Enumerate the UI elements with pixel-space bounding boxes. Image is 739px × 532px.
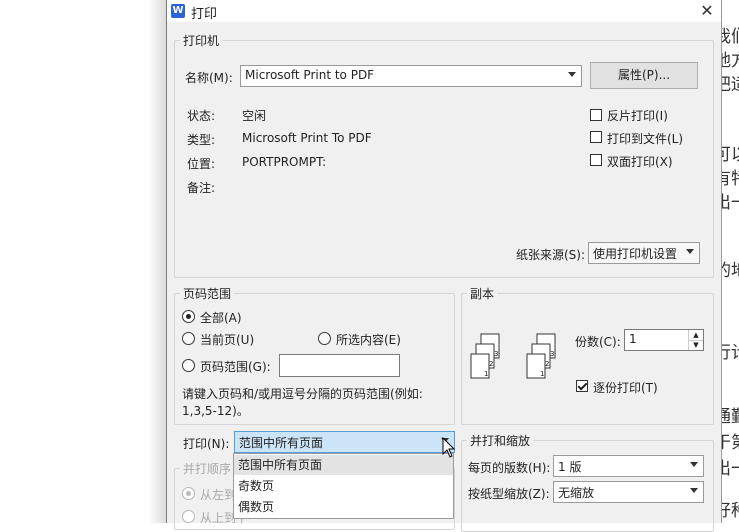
scale-select[interactable]: 无缩放 <box>553 481 704 503</box>
decrement-icon[interactable]: ▼ <box>688 340 703 350</box>
wps-writer-icon: W <box>171 4 185 18</box>
print-what-value: 范围中所有页面 <box>239 436 324 450</box>
dialog-title: 打印 <box>191 7 218 22</box>
copies-count-stepper[interactable]: 1 ▲ ▼ <box>624 329 704 351</box>
svg-text:2: 2 <box>545 360 549 368</box>
selection-label[interactable]: 所选内容(E) <box>336 331 401 348</box>
chevron-down-icon <box>690 488 698 493</box>
copies-group-label: 副本 <box>467 285 498 302</box>
collate-illustration-icon: 3 2 1 <box>526 333 556 379</box>
print-what-label: 打印(N): <box>183 437 230 451</box>
close-button[interactable]: ✕ <box>693 0 721 22</box>
svg-text:1: 1 <box>540 370 544 378</box>
chevron-down-icon <box>686 249 694 254</box>
title-bar[interactable]: W 打印 ✕ <box>167 0 721 22</box>
copies-count-label: 份数(C): <box>575 335 621 349</box>
svg-text:3: 3 <box>494 350 498 358</box>
svg-text:3: 3 <box>550 350 554 358</box>
dropdown-option-all-pages[interactable]: 范围中所有页面 <box>234 455 453 475</box>
printer-name-label: 名称(M): <box>185 71 233 85</box>
collate-label[interactable]: 逐份打印(T) <box>593 379 658 396</box>
paper-source-label: 纸张来源(S): <box>516 248 586 262</box>
chevron-down-icon <box>690 462 698 467</box>
svg-text:2: 2 <box>489 360 493 368</box>
left-to-right-radio[interactable] <box>182 487 195 500</box>
dialog-shadow <box>148 0 166 523</box>
print-to-file-checkbox[interactable] <box>590 131 602 143</box>
printer-name-select[interactable]: Microsoft Print to PDF <box>240 65 582 87</box>
svg-text:1: 1 <box>484 370 488 378</box>
page-range-hint-example: 1,3,5-12)。 <box>182 404 249 418</box>
pages-per-sheet-select[interactable]: 1 版 <box>553 455 704 477</box>
paper-source-value: 使用打印机设置 <box>593 247 678 261</box>
copies-count-value: 1 <box>629 332 637 346</box>
all-pages-radio[interactable] <box>182 310 195 323</box>
printer-group-label: 打印机 <box>180 32 223 49</box>
page-range-hint: 请键入页码和/或用逗号分隔的页码范围(例如: <box>182 387 423 401</box>
reverse-print-label[interactable]: 反片打印(I) <box>607 107 668 124</box>
collate-illustration-icon: 3 2 1 <box>470 333 500 379</box>
comment-label: 备注: <box>187 181 216 195</box>
print-what-dropdown-list: 范围中所有页面 奇数页 偶数页 <box>233 453 454 519</box>
location-value: PORTPROMPT: <box>242 155 327 169</box>
top-to-bottom-radio[interactable] <box>182 510 195 523</box>
properties-button[interactable]: 属性(P)... <box>590 62 698 89</box>
duplex-print-checkbox[interactable] <box>590 154 602 166</box>
page-range-input[interactable] <box>279 354 400 377</box>
print-what-select[interactable]: 范围中所有页面 <box>234 431 455 453</box>
location-label: 位置: <box>187 157 216 171</box>
type-value: Microsoft Print To PDF <box>242 131 372 145</box>
scale-value: 无缩放 <box>558 486 595 500</box>
collate-checkbox[interactable] <box>576 380 588 392</box>
dropdown-option-even-pages[interactable]: 偶数页 <box>234 497 453 517</box>
type-label: 类型: <box>187 133 216 147</box>
status-value: 空闲 <box>242 109 267 123</box>
all-pages-label[interactable]: 全部(A) <box>200 309 242 326</box>
page-range-group-label: 页码范围 <box>180 285 235 302</box>
chevron-down-icon <box>568 72 576 77</box>
printer-name-value: Microsoft Print to PDF <box>245 68 375 82</box>
document-left-margin <box>0 0 150 523</box>
zoom-group-label: 并打和缩放 <box>467 432 534 449</box>
page-range-label[interactable]: 页码范围(G): <box>200 358 271 375</box>
page-range-radio[interactable] <box>182 359 195 372</box>
pages-per-sheet-label: 每页的版数(H): <box>468 461 551 475</box>
paper-source-select[interactable]: 使用打印机设置 <box>588 242 700 264</box>
duplex-print-label[interactable]: 双面打印(X) <box>607 153 673 170</box>
scale-label: 按纸型缩放(Z): <box>468 487 550 501</box>
merge-order-group-label: 并打顺序 <box>180 460 235 477</box>
pages-per-sheet-value: 1 版 <box>558 460 582 474</box>
status-label: 状态: <box>187 109 216 123</box>
print-to-file-label[interactable]: 打印到文件(L) <box>607 130 683 147</box>
dropdown-option-odd-pages[interactable]: 奇数页 <box>234 476 453 496</box>
current-page-radio[interactable] <box>182 332 195 345</box>
reverse-print-checkbox[interactable] <box>590 109 602 121</box>
current-page-label[interactable]: 当前页(U) <box>200 331 254 348</box>
selection-radio[interactable] <box>318 332 331 345</box>
mouse-cursor-icon <box>442 437 456 458</box>
